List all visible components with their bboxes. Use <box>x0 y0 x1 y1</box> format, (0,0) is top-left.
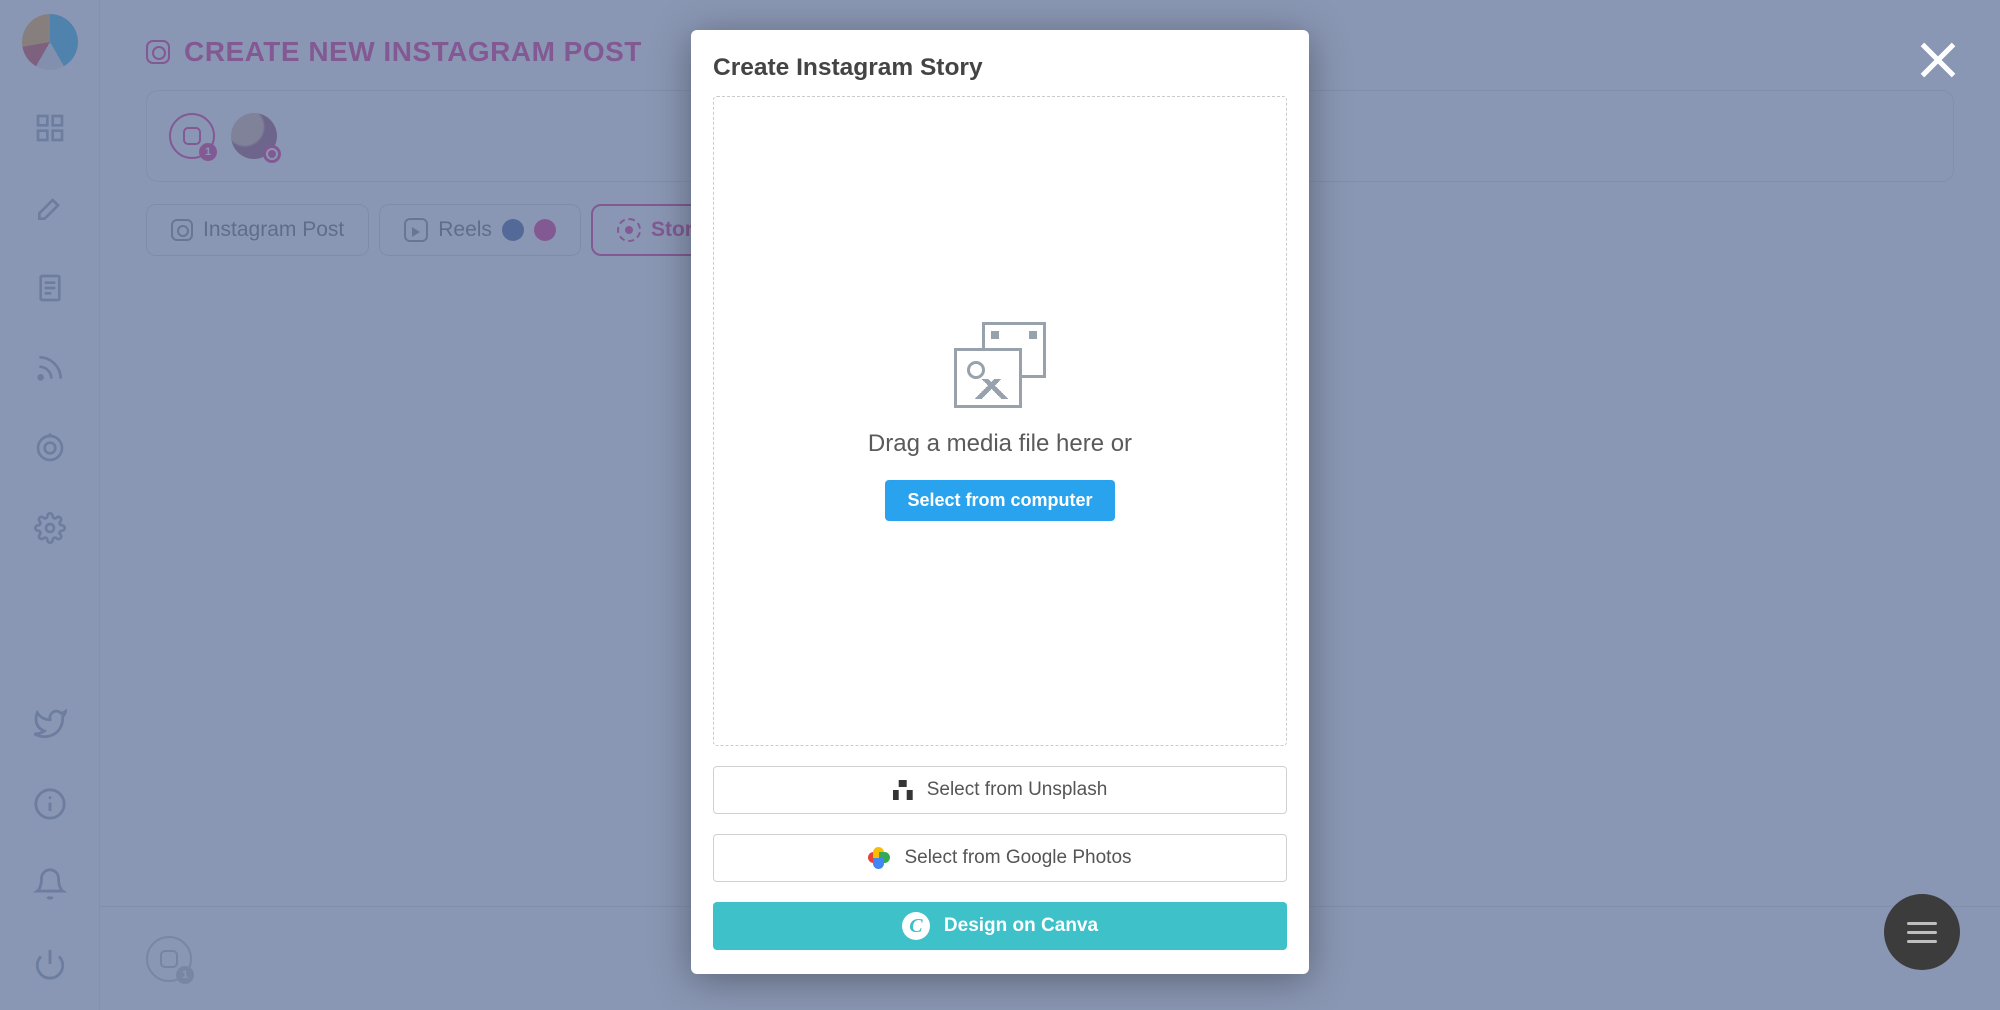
button-label: Select from Google Photos <box>904 847 1131 869</box>
select-from-computer-button[interactable]: Select from computer <box>885 480 1114 521</box>
sidebar-item-analytics[interactable] <box>32 430 68 466</box>
instagram-icon <box>160 950 178 968</box>
instagram-icon <box>183 127 201 145</box>
tab-label: Instagram Post <box>203 218 344 242</box>
info-icon[interactable] <box>32 786 68 822</box>
hamburger-icon <box>1907 931 1937 934</box>
story-icon <box>617 218 641 242</box>
instagram-icon <box>171 219 193 241</box>
fab-menu-button[interactable] <box>1884 894 1960 970</box>
power-icon[interactable] <box>32 946 68 982</box>
cananva-icon: C <box>902 912 930 940</box>
select-from-unsplash-button[interactable]: Select from Unsplash <box>713 766 1287 814</box>
tab-instagram-post[interactable]: Instagram Post <box>146 204 369 256</box>
footer-account[interactable]: 1 <box>146 936 192 982</box>
instagram-badge-icon <box>263 145 281 163</box>
sidebar-item-compose[interactable] <box>32 190 68 226</box>
footer-badge: 1 <box>176 966 194 984</box>
tab-reels[interactable]: Reels <box>379 204 581 256</box>
sidebar-nav <box>32 110 68 546</box>
account-badge: 1 <box>199 143 217 161</box>
google-photos-icon <box>868 847 890 869</box>
reels-icon <box>404 218 428 242</box>
sidebar-bottom <box>32 706 68 1010</box>
sidebar-item-dashboard[interactable] <box>32 110 68 146</box>
dropzone-text: Drag a media file here or <box>868 430 1132 458</box>
sidebar-item-settings[interactable] <box>32 510 68 546</box>
sidebar <box>0 0 100 1010</box>
media-dropzone[interactable]: Drag a media file here or Select from co… <box>713 96 1287 746</box>
page-title: CREATE NEW INSTAGRAM POST <box>184 36 642 68</box>
media-placeholder-icon <box>954 322 1046 408</box>
sidebar-item-rss[interactable] <box>32 350 68 386</box>
twitter-icon[interactable] <box>32 706 68 742</box>
account-placeholder[interactable]: 1 <box>169 113 215 159</box>
close-modal-button[interactable] <box>1916 38 1960 82</box>
instagram-icon <box>534 219 556 241</box>
button-label: Design on Canva <box>944 915 1098 937</box>
button-label: Select from Unsplash <box>927 779 1108 801</box>
modal-title: Create Instagram Story <box>713 54 1287 82</box>
instagram-icon <box>146 40 170 64</box>
sidebar-item-content[interactable] <box>32 270 68 306</box>
account-avatar[interactable] <box>231 113 277 159</box>
unsplash-icon <box>893 780 913 800</box>
facebook-icon <box>502 219 524 241</box>
select-from-google-photos-button[interactable]: Select from Google Photos <box>713 834 1287 882</box>
tab-label: Reels <box>438 218 492 242</box>
app-logo[interactable] <box>22 14 78 70</box>
create-story-modal: Create Instagram Story Drag a media file… <box>691 30 1309 974</box>
design-on-canva-button[interactable]: C Design on Canva <box>713 902 1287 950</box>
bell-icon[interactable] <box>32 866 68 902</box>
